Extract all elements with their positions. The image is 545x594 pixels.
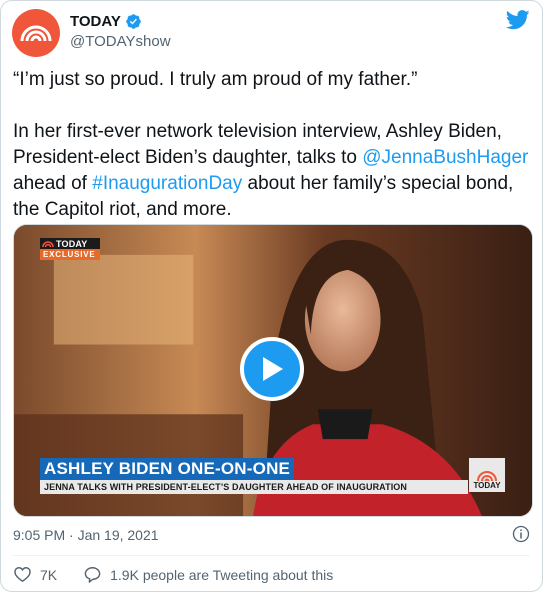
account-handle[interactable]: @TODAYshow	[70, 33, 171, 50]
lower-third-subtitle: JENNA TALKS WITH PRESIDENT-ELECT’S DAUGH…	[40, 480, 468, 494]
play-icon	[263, 357, 283, 381]
twitter-bird-icon[interactable]	[506, 9, 530, 31]
play-button[interactable]	[240, 337, 304, 401]
info-icon[interactable]	[512, 525, 530, 543]
today-corner-logo: TODAY	[469, 458, 505, 492]
badge-label: EXCLUSIVE	[40, 249, 100, 260]
tweet-text: “I’m just so proud. I truly am proud of …	[13, 67, 533, 223]
avatar[interactable]	[12, 9, 60, 57]
lower-third-title: ASHLEY BIDEN ONE-ON-ONE	[40, 458, 295, 480]
discussion-link[interactable]: 1.9K people are Tweeting about this	[83, 565, 333, 584]
tweet-timestamp[interactable]: 9:05 PM · Jan 19, 2021	[13, 527, 159, 543]
account-names: TODAY @TODAYshow	[70, 13, 171, 50]
mention-link[interactable]: @JennaBushHager	[362, 147, 528, 168]
today-sunrise-icon	[477, 471, 497, 481]
hashtag-link[interactable]: #InaugurationDay	[92, 173, 242, 194]
like-button[interactable]: 7K	[13, 565, 57, 584]
speech-bubble-icon	[84, 567, 101, 583]
tweet-quote: “I’m just so proud. I truly am proud of …	[13, 69, 418, 90]
tweet-actions: 7K 1.9K people are Tweeting about this	[13, 565, 333, 584]
heart-icon	[14, 567, 31, 583]
tweet-header: TODAY @TODAYshow	[12, 9, 530, 57]
tweet-body-part2: ahead of	[13, 173, 93, 194]
corner-logo-text: TODAY	[473, 481, 501, 490]
divider	[13, 555, 530, 556]
video-player[interactable]: TODAY EXCLUSIVE ASHLEY BIDEN ONE-ON-ONE …	[13, 224, 533, 517]
verified-badge-icon	[126, 14, 141, 29]
like-count: 7K	[40, 566, 58, 583]
today-sunrise-icon	[20, 25, 52, 42]
lower-third: ASHLEY BIDEN ONE-ON-ONE JENNA TALKS WITH…	[40, 458, 468, 494]
today-exclusive-badge: TODAY EXCLUSIVE	[40, 238, 100, 260]
today-sunrise-icon	[42, 241, 54, 247]
badge-brand: TODAY	[56, 238, 88, 249]
tweet-body: In her first-ever network television int…	[13, 119, 533, 223]
tweet-card: TODAY @TODAYshow “I’m just so proud. I t…	[0, 0, 543, 592]
display-name[interactable]: TODAY	[70, 13, 121, 30]
discussion-text: 1.9K people are Tweeting about this	[110, 566, 334, 583]
